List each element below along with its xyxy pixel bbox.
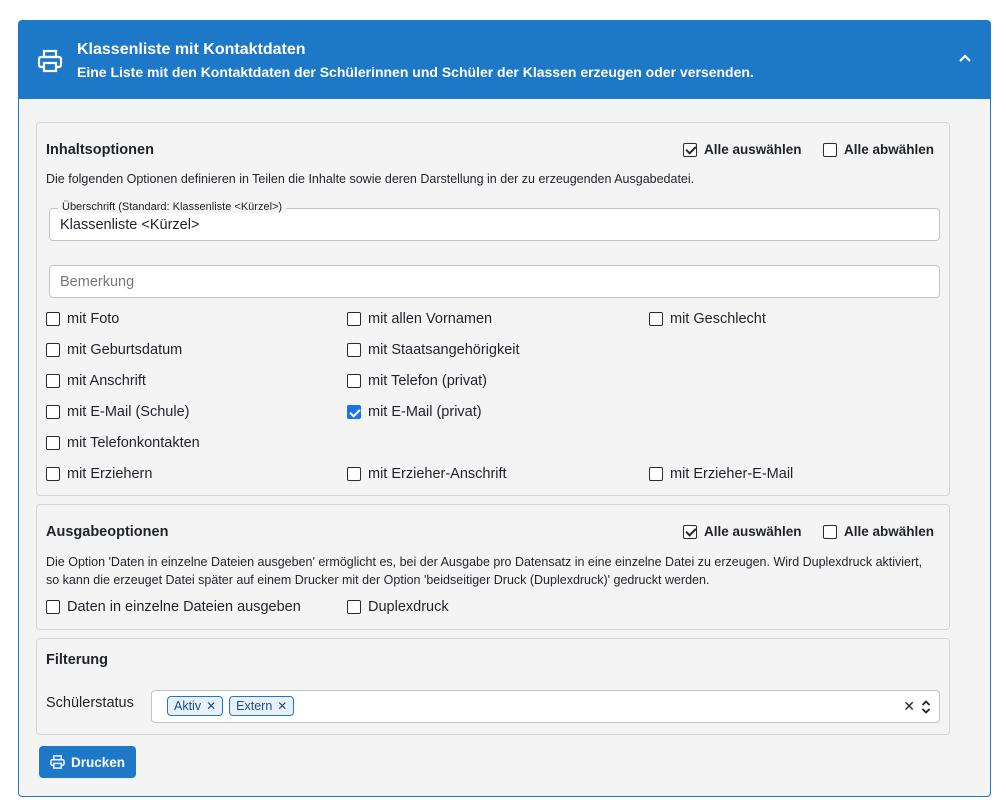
output-options-description: Die Option 'Daten in einzelne Dateien au… bbox=[46, 555, 923, 587]
option-erzieher-anschrift[interactable]: mit Erzieher-Anschrift bbox=[347, 466, 507, 482]
option-label: Daten in einzelne Dateien ausgeben bbox=[67, 599, 301, 615]
print-button-label: Drucken bbox=[70, 754, 126, 770]
filter-section: Filterung Schülerstatus Aktiv ✕ Extern ✕… bbox=[36, 638, 950, 735]
content-options-description: Die folgenden Optionen definieren in Tei… bbox=[46, 172, 695, 186]
content-options-title: Inhaltsoptionen bbox=[46, 142, 154, 158]
updown-icon[interactable] bbox=[921, 699, 931, 715]
option-erzieher-email[interactable]: mit Erzieher-E-Mail bbox=[649, 466, 793, 482]
heading-field-value: Klassenliste <Kürzel> bbox=[60, 217, 200, 233]
status-label: Schülerstatus bbox=[46, 695, 134, 711]
printer-icon bbox=[37, 49, 63, 73]
option-label: mit Telefonkontakten bbox=[67, 435, 200, 451]
option-label: mit Foto bbox=[67, 311, 120, 327]
remove-tag-icon[interactable]: ✕ bbox=[206, 699, 216, 713]
select-all-output[interactable]: Alle auswählen bbox=[683, 524, 802, 539]
option-geburtsdatum[interactable]: mit Geburtsdatum bbox=[46, 342, 182, 358]
deselect-all-label: Alle abwählen bbox=[844, 142, 935, 157]
option-telefon-privat[interactable]: mit Telefon (privat) bbox=[347, 373, 487, 389]
card-header[interactable]: Klassenliste mit Kontaktdaten Eine Liste… bbox=[19, 21, 990, 99]
option-label: mit Erziehern bbox=[67, 466, 153, 482]
select-all-label: Alle auswählen bbox=[704, 524, 802, 539]
remark-field[interactable]: Bemerkung bbox=[49, 265, 940, 298]
select-all-checkbox[interactable] bbox=[683, 142, 697, 157]
option-label: mit Geschlecht bbox=[670, 311, 766, 327]
option-label: mit Erzieher-E-Mail bbox=[670, 466, 794, 482]
checkbox-telefon-privat[interactable] bbox=[347, 374, 361, 388]
heading-field-label: Überschrift (Standard: Klassenliste <Kür… bbox=[58, 201, 287, 213]
filter-title: Filterung bbox=[46, 652, 109, 668]
checkbox-vornamen[interactable] bbox=[347, 312, 361, 326]
option-erzieher[interactable]: mit Erziehern bbox=[46, 466, 152, 482]
select-all-label: Alle auswählen bbox=[704, 142, 802, 157]
report-card: Klassenliste mit Kontaktdaten Eine Liste… bbox=[18, 20, 991, 797]
option-vornamen[interactable]: mit allen Vornamen bbox=[347, 311, 492, 327]
deselect-all-label: Alle abwählen bbox=[844, 524, 935, 539]
option-label: Duplexdruck bbox=[368, 599, 449, 615]
card-subtitle: Eine Liste mit den Kontaktdaten der Schü… bbox=[77, 64, 754, 80]
checkbox-erzieher-anschrift[interactable] bbox=[347, 467, 361, 481]
remark-field-placeholder: Bemerkung bbox=[60, 274, 135, 290]
printer-icon bbox=[50, 755, 65, 769]
checkbox-telefonkontakte[interactable] bbox=[46, 436, 60, 450]
tag-aktiv: Aktiv ✕ bbox=[167, 696, 224, 716]
option-label: mit E-Mail (privat) bbox=[368, 404, 482, 420]
deselect-all-checkbox[interactable] bbox=[823, 524, 837, 539]
tag-extern: Extern ✕ bbox=[229, 696, 295, 716]
checkbox-geburtsdatum[interactable] bbox=[46, 343, 60, 357]
option-staatsangehoerigkeit[interactable]: mit Staatsangehörigkeit bbox=[347, 342, 520, 358]
content-options-section: Inhaltsoptionen Alle auswählen Alle abwä… bbox=[36, 122, 950, 496]
deselect-all-output[interactable]: Alle abwählen bbox=[823, 524, 934, 539]
checkbox-foto[interactable] bbox=[46, 312, 60, 326]
option-label: mit Telefon (privat) bbox=[368, 373, 487, 389]
tag-label: Aktiv bbox=[174, 699, 202, 713]
option-label: mit allen Vornamen bbox=[368, 311, 493, 327]
option-label: mit Anschrift bbox=[67, 373, 146, 389]
option-telefonkontakte[interactable]: mit Telefonkontakten bbox=[46, 435, 200, 451]
print-button[interactable]: Drucken bbox=[39, 746, 136, 778]
heading-field[interactable]: Überschrift (Standard: Klassenliste <Kür… bbox=[49, 201, 940, 241]
output-options-section: Ausgabeoptionen Alle auswählen Alle abwä… bbox=[36, 504, 950, 630]
checkbox-einzelne-dateien[interactable] bbox=[46, 600, 60, 614]
checkbox-email-privat[interactable] bbox=[347, 405, 361, 419]
select-all-checkbox[interactable] bbox=[683, 524, 697, 539]
option-email-schule[interactable]: mit E-Mail (Schule) bbox=[46, 404, 189, 420]
clear-icon[interactable]: ✕ bbox=[903, 698, 915, 715]
checkbox-staatsangehoerigkeit[interactable] bbox=[347, 343, 361, 357]
deselect-all-checkbox[interactable] bbox=[823, 142, 837, 157]
output-options-title: Ausgabeoptionen bbox=[46, 524, 169, 540]
status-multiselect[interactable]: Aktiv ✕ Extern ✕ ✕ bbox=[151, 690, 940, 723]
checkbox-geschlecht[interactable] bbox=[649, 312, 663, 326]
option-label: mit Erzieher-Anschrift bbox=[368, 466, 507, 482]
option-duplex[interactable]: Duplexdruck bbox=[347, 599, 449, 615]
chevron-up-icon[interactable] bbox=[958, 53, 972, 63]
card-title: Klassenliste mit Kontaktdaten bbox=[77, 41, 306, 58]
option-label: mit Staatsangehörigkeit bbox=[368, 342, 520, 358]
option-einzelne-dateien[interactable]: Daten in einzelne Dateien ausgeben bbox=[46, 599, 301, 615]
tag-label: Extern bbox=[236, 699, 273, 713]
remove-tag-icon[interactable]: ✕ bbox=[277, 699, 287, 713]
checkbox-erzieher[interactable] bbox=[46, 467, 60, 481]
option-label: mit E-Mail (Schule) bbox=[67, 404, 190, 420]
checkbox-anschrift[interactable] bbox=[46, 374, 60, 388]
option-email-privat[interactable]: mit E-Mail (privat) bbox=[347, 404, 482, 420]
option-foto[interactable]: mit Foto bbox=[46, 311, 119, 327]
option-label: mit Geburtsdatum bbox=[67, 342, 183, 358]
deselect-all-content[interactable]: Alle abwählen bbox=[823, 142, 934, 157]
checkbox-duplex[interactable] bbox=[347, 600, 361, 614]
select-all-content[interactable]: Alle auswählen bbox=[683, 142, 802, 157]
option-anschrift[interactable]: mit Anschrift bbox=[46, 373, 146, 389]
option-geschlecht[interactable]: mit Geschlecht bbox=[649, 311, 766, 327]
checkbox-email-schule[interactable] bbox=[46, 405, 60, 419]
checkbox-erzieher-email[interactable] bbox=[649, 467, 663, 481]
